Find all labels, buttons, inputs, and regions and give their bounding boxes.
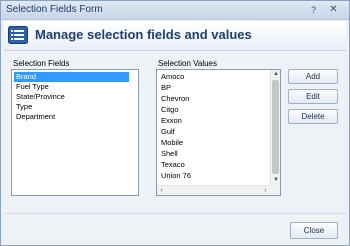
selection-values-label: Selection Values xyxy=(158,59,217,68)
form-header: Manage selection fields and values xyxy=(4,21,346,51)
list-item[interactable]: Fuel Type xyxy=(14,82,129,92)
help-icon[interactable]: ? xyxy=(307,4,320,16)
list-item[interactable]: State/Province xyxy=(14,92,129,102)
list-item[interactable]: Citgo xyxy=(159,105,267,115)
close-button[interactable]: Close xyxy=(290,222,338,239)
horizontal-scrollbar[interactable]: ‹ › xyxy=(157,185,270,195)
list-item[interactable]: Mobile xyxy=(159,138,267,148)
form-heading: Manage selection fields and values xyxy=(35,27,252,42)
list-item[interactable]: Department xyxy=(14,112,129,122)
list-item[interactable]: Chevron xyxy=(159,94,267,104)
list-item[interactable]: Shell xyxy=(159,149,267,159)
list-item[interactable]: BP xyxy=(159,83,267,93)
title-bar[interactable]: Selection Fields Form ? ✕ xyxy=(1,1,349,20)
scroll-left-icon[interactable]: ‹ xyxy=(157,186,166,196)
list-icon xyxy=(8,26,28,44)
window-title: Selection Fields Form xyxy=(6,4,103,15)
list-item[interactable]: Type xyxy=(14,102,129,112)
list-item[interactable]: Exxon xyxy=(159,116,267,126)
selection-fields-label: Selection Fields xyxy=(13,59,70,68)
scroll-up-icon[interactable]: ▲ xyxy=(271,70,281,79)
scroll-down-icon[interactable]: ▼ xyxy=(271,176,281,185)
selection-values-list[interactable]: Amoco BP Chevron Citgo Exxon Gulf Mobile… xyxy=(156,69,281,196)
list-item[interactable]: Texaco xyxy=(159,160,267,170)
selection-fields-list[interactable]: Brand Fuel Type State/Province Type Depa… xyxy=(11,69,139,196)
scroll-right-icon[interactable]: › xyxy=(261,186,270,196)
scroll-thumb[interactable] xyxy=(272,80,279,174)
selection-fields-window: Selection Fields Form ? ✕ Manage selecti… xyxy=(0,0,350,246)
edit-button[interactable]: Edit xyxy=(288,89,338,104)
list-item[interactable]: Amoco xyxy=(159,72,267,82)
add-button[interactable]: Add xyxy=(288,69,338,84)
close-icon[interactable]: ✕ xyxy=(327,4,340,16)
list-item[interactable]: Union 76 xyxy=(159,171,267,181)
delete-button[interactable]: Delete xyxy=(288,109,338,124)
scroll-corner xyxy=(270,185,280,195)
list-item[interactable]: Gulf xyxy=(159,127,267,137)
vertical-scrollbar[interactable]: ▲ ▼ xyxy=(270,70,280,185)
footer-divider xyxy=(4,213,346,214)
list-item[interactable]: Brand xyxy=(14,72,129,82)
